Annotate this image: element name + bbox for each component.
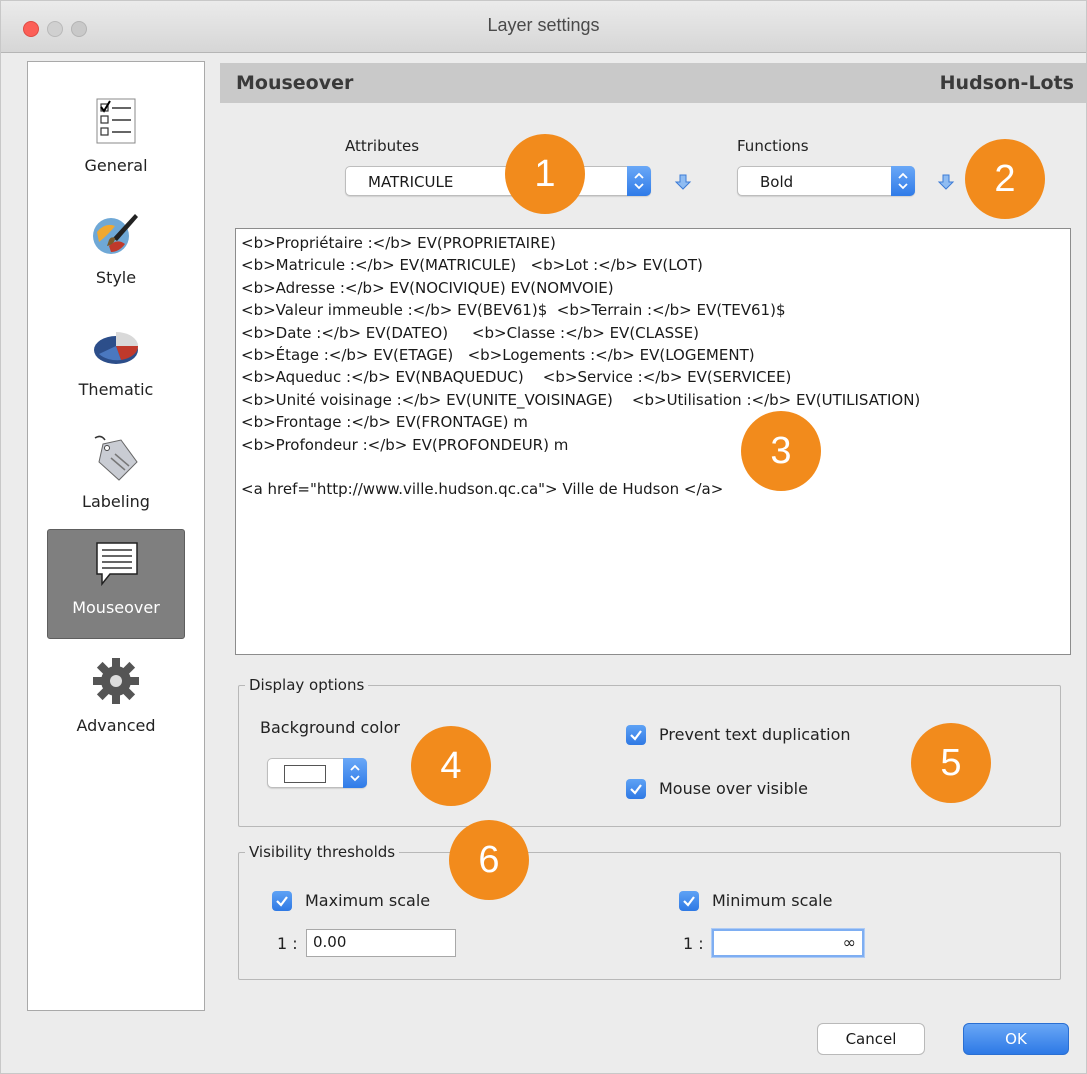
maximum-scale-input[interactable]: 0.00 bbox=[306, 929, 456, 957]
background-color-swatch bbox=[284, 765, 326, 783]
checkmark-icon bbox=[276, 896, 288, 907]
cancel-button[interactable]: Cancel bbox=[817, 1023, 925, 1055]
insert-attribute-arrow-icon[interactable] bbox=[674, 173, 692, 191]
prevent-duplication-label: Prevent text duplication bbox=[659, 725, 851, 744]
sidebar-item-label: Labeling bbox=[82, 492, 150, 511]
background-color-picker[interactable] bbox=[267, 758, 367, 788]
editor-line: <b>Propriétaire :</b> EV(PROPRIETAIRE) bbox=[241, 234, 556, 252]
editor-line: <b>Adresse :</b> EV(NOCIVIQUE) EV(NOMVOI… bbox=[241, 278, 614, 297]
chevron-updown-icon bbox=[634, 172, 644, 190]
sidebar-item-style[interactable]: Style bbox=[47, 200, 185, 310]
maximum-scale-label: Maximum scale bbox=[305, 891, 431, 910]
sidebar-item-labeling[interactable]: Labeling bbox=[47, 424, 185, 534]
editor-line: <b>Valeur immeuble :</b> EV(BEV61)$ <b>T… bbox=[241, 301, 786, 320]
layer-settings-window: Layer settings General Style Thematic La… bbox=[0, 0, 1087, 1074]
sidebar-item-label: Mouseover bbox=[72, 598, 160, 617]
attributes-select-stepper bbox=[627, 166, 651, 196]
chevron-updown-icon bbox=[898, 172, 908, 190]
sidebar-item-general[interactable]: General bbox=[47, 88, 185, 198]
sidebar-item-thematic[interactable]: Thematic bbox=[47, 312, 185, 422]
section-header: Mouseover Hudson-Lots bbox=[220, 63, 1086, 103]
attributes-label: Attributes bbox=[345, 137, 420, 155]
callout-badge: 6 bbox=[449, 820, 529, 900]
callout-badge: 2 bbox=[965, 139, 1045, 219]
insert-function-arrow-icon[interactable] bbox=[937, 173, 955, 191]
sidebar-item-advanced[interactable]: Advanced bbox=[47, 648, 185, 758]
editor-line: <b>Date :</b> EV(DATEO) <b>Classe :</b> … bbox=[241, 323, 699, 342]
sidebar-item-label: Style bbox=[95, 268, 137, 287]
title-bar: Layer settings bbox=[1, 1, 1086, 53]
mouse-over-visible-checkbox[interactable] bbox=[626, 779, 646, 799]
editor-line: <b>Aqueduc :</b> EV(NBAQUEDUC) <b>Servic… bbox=[241, 368, 792, 387]
callout-badge: 5 bbox=[911, 723, 991, 803]
checkmark-icon bbox=[630, 730, 642, 741]
tag-icon bbox=[94, 435, 138, 481]
minimum-scale-checkbox[interactable] bbox=[679, 891, 699, 911]
prevent-duplication-checkbox[interactable] bbox=[626, 725, 646, 745]
settings-sidebar: General Style Thematic Labeling Mouseove… bbox=[27, 61, 205, 1011]
background-color-stepper bbox=[343, 758, 367, 788]
ok-button[interactable]: OK bbox=[963, 1023, 1069, 1055]
section-title: Mouseover bbox=[236, 72, 354, 94]
functions-label: Functions bbox=[737, 137, 809, 155]
pie-chart-icon bbox=[94, 332, 139, 364]
mouseover-template-editor[interactable]: <b>Propriétaire :</b> EV(PROPRIETAIRE) <… bbox=[235, 228, 1071, 655]
maximum-scale-prefix: 1 : bbox=[277, 934, 298, 953]
visibility-thresholds-title: Visibility thresholds bbox=[245, 843, 400, 861]
layer-name: Hudson-Lots bbox=[939, 72, 1074, 94]
editor-line: <a href="http://www.ville.hudson.qc.ca">… bbox=[241, 480, 724, 499]
maximum-scale-checkbox[interactable] bbox=[272, 891, 292, 911]
window-title: Layer settings bbox=[487, 15, 600, 35]
attributes-select[interactable]: MATRICULE bbox=[345, 166, 651, 196]
mouse-over-visible-label: Mouse over visible bbox=[659, 779, 808, 798]
minimum-scale-input[interactable]: ∞ bbox=[712, 929, 864, 957]
checklist-icon bbox=[96, 98, 136, 144]
visibility-thresholds-group bbox=[238, 852, 1061, 980]
sidebar-item-label: Advanced bbox=[76, 716, 156, 735]
editor-line: <b>Étage :</b> EV(ETAGE) <b>Logements :<… bbox=[241, 345, 755, 364]
attributes-select-value: MATRICULE bbox=[368, 173, 454, 191]
sidebar-item-label: General bbox=[84, 156, 148, 175]
functions-select-value: Bold bbox=[760, 173, 794, 191]
sidebar-item-mouseover[interactable]: Mouseover bbox=[47, 529, 185, 639]
editor-line: <b>Unité voisinage :</b> EV(UNITE_VOISIN… bbox=[241, 390, 921, 409]
editor-line: <b>Matricule :</b> EV(MATRICULE) <b>Lot … bbox=[241, 256, 703, 275]
gear-icon bbox=[93, 658, 139, 704]
callout-badge: 3 bbox=[741, 411, 821, 491]
functions-select[interactable]: Bold bbox=[737, 166, 915, 196]
editor-line: <b>Profondeur :</b> EV(PROFONDEUR) m bbox=[241, 435, 569, 454]
chevron-updown-icon bbox=[350, 764, 360, 782]
infinity-icon[interactable]: ∞ bbox=[843, 933, 856, 952]
sidebar-item-label: Thematic bbox=[78, 380, 154, 399]
functions-select-stepper bbox=[891, 166, 915, 196]
speech-bubble-icon bbox=[96, 542, 138, 587]
display-options-title: Display options bbox=[245, 676, 369, 694]
style-brush-icon bbox=[93, 214, 138, 254]
checkmark-icon bbox=[683, 896, 695, 907]
background-color-label: Background color bbox=[260, 718, 400, 737]
checkmark-icon bbox=[630, 784, 642, 795]
minimum-scale-prefix: 1 : bbox=[683, 934, 704, 953]
callout-badge: 1 bbox=[505, 134, 585, 214]
minimum-scale-label: Minimum scale bbox=[712, 891, 833, 910]
editor-line: <b>Frontage :</b> EV(FRONTAGE) m bbox=[241, 413, 528, 432]
callout-badge: 4 bbox=[411, 726, 491, 806]
